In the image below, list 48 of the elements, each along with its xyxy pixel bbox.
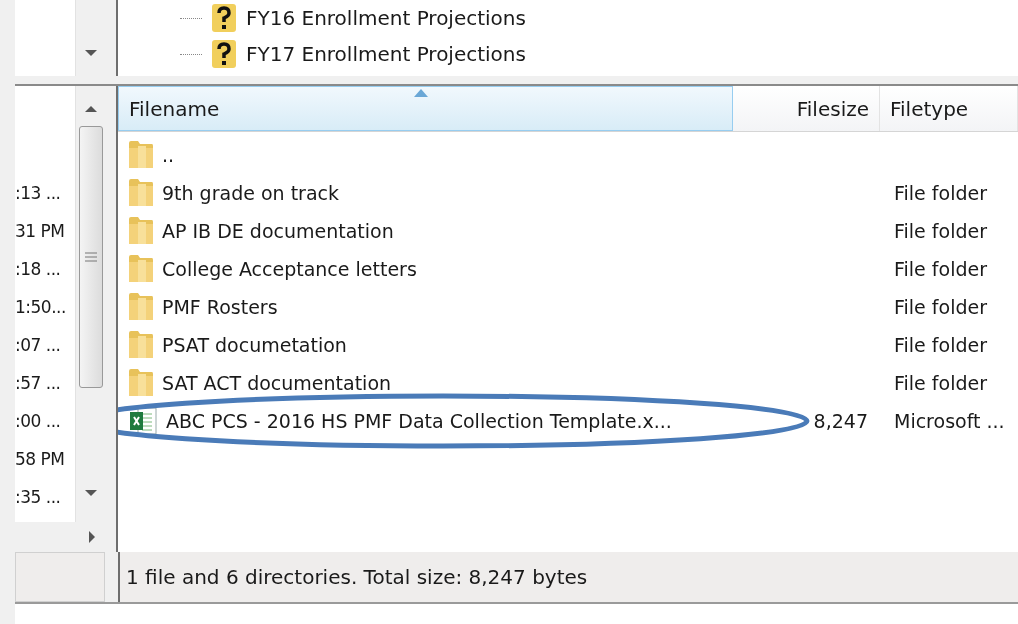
folder-icon — [128, 216, 154, 246]
file-size: 8,247 — [813, 409, 868, 432]
column-header[interactable]: Filename — [118, 86, 733, 131]
table-cell-text: :57 ... — [15, 372, 62, 395]
table-cell-text: :00 ... — [15, 410, 62, 433]
file-name[interactable]: .. — [162, 140, 175, 170]
spreadsheet-file-icon — [128, 406, 158, 436]
file-type: File folder — [894, 181, 987, 204]
tree-item[interactable]: FY17 Enrollment Projections — [246, 39, 526, 69]
file-type: File folder — [894, 295, 987, 318]
tree-item[interactable]: FY16 Enrollment Projections — [246, 3, 526, 33]
folder-icon — [128, 178, 154, 208]
folder-icon — [128, 292, 154, 322]
file-name[interactable]: AP IB DE documentation — [162, 216, 394, 246]
file-type: File folder — [894, 219, 987, 242]
file-type: File folder — [894, 257, 987, 280]
file-type: File folder — [894, 371, 987, 394]
column-header[interactable]: Filetype — [880, 86, 1018, 131]
table-cell-text: 58 PM — [15, 448, 66, 471]
file-name[interactable]: PMF Rosters — [162, 292, 278, 322]
table-cell-text: :18 ... — [15, 258, 62, 281]
table-cell-text: :13 ... — [15, 182, 62, 205]
scroll-down-arrow-icon[interactable] — [84, 50, 97, 56]
table-cell-text: 1:50... — [15, 296, 67, 319]
folder-icon — [128, 330, 154, 360]
file-type: File folder — [894, 333, 987, 356]
table-cell-text: 31 PM — [15, 220, 66, 243]
table-cell-text: :07 ... — [15, 334, 62, 357]
folder-icon — [128, 368, 154, 398]
column-header[interactable]: Filesize — [733, 86, 880, 131]
file-name[interactable]: SAT ACT documentation — [162, 368, 392, 398]
file-name[interactable]: College Acceptance letters — [162, 254, 417, 284]
status-text: 1 file and 6 directories. Total size: 8,247 bytes — [126, 564, 588, 591]
folder-icon — [128, 140, 154, 170]
sort-ascending-icon — [414, 89, 428, 97]
file-type: Microsoft ... — [894, 409, 1005, 432]
scroll-down-arrow-icon[interactable] — [84, 490, 97, 496]
scroll-right-arrow-icon[interactable] — [89, 531, 95, 543]
scroll-up-arrow-icon[interactable] — [84, 106, 97, 112]
file-name[interactable]: 9th grade on track — [162, 178, 339, 208]
scrollbar-thumb[interactable] — [78, 126, 103, 388]
unknown-folder-icon — [210, 38, 238, 70]
scrollbar[interactable] — [75, 86, 105, 522]
file-name[interactable]: PSAT documetation — [162, 330, 347, 360]
grip-icon — [84, 252, 97, 262]
folder-icon — [128, 254, 154, 284]
table-cell-text: :35 ... — [15, 486, 62, 509]
unknown-folder-icon — [210, 2, 238, 34]
